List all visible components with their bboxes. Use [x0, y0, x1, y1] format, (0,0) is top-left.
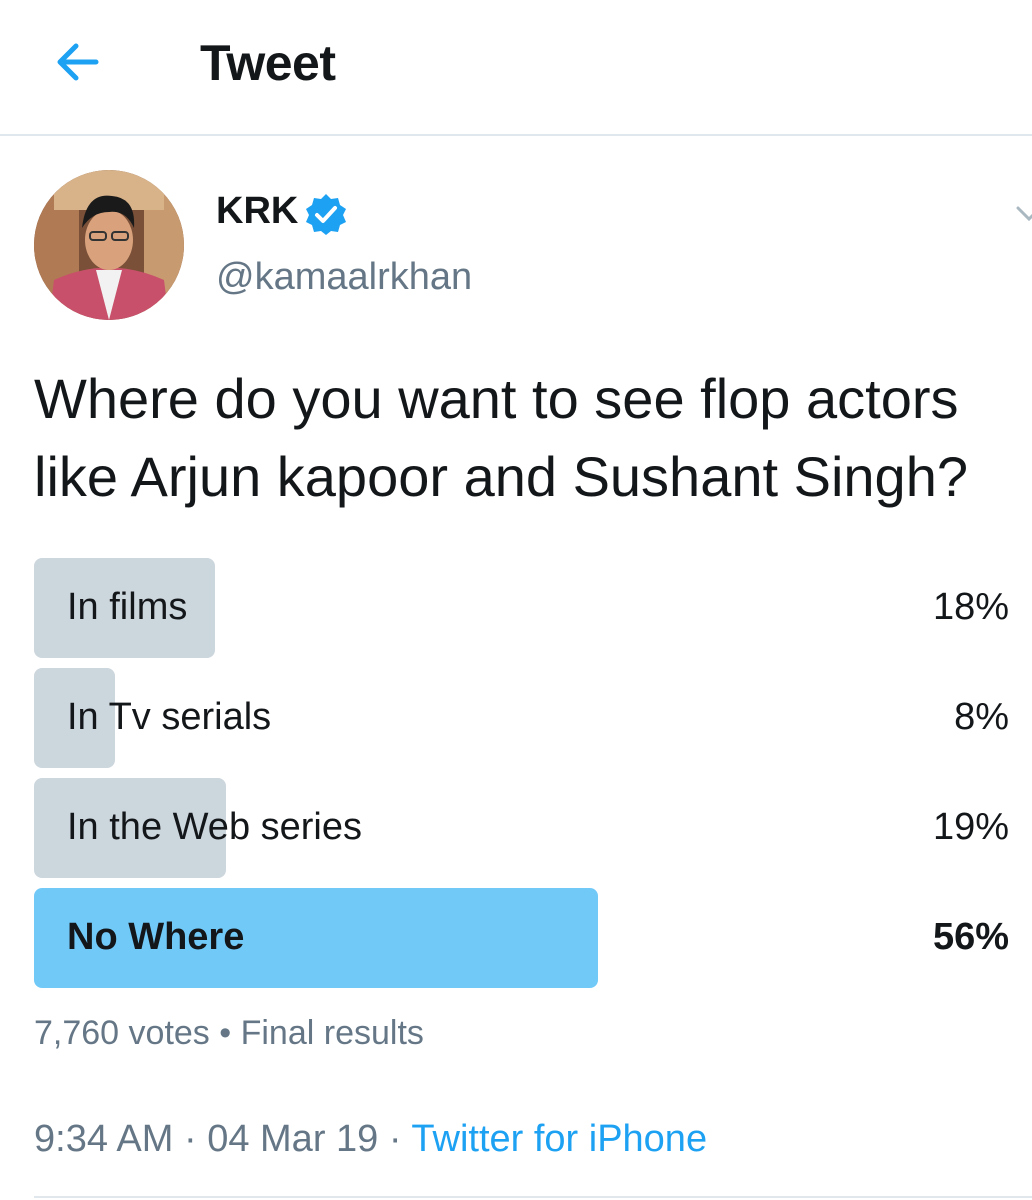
tweet-text-line: Where do you want to see flop actors — [34, 367, 959, 430]
poll-option-label: In films — [67, 586, 188, 628]
poll-option-percent: 8% — [954, 696, 1009, 738]
poll-option: In Tv serials 8% — [34, 668, 1009, 768]
back-arrow-icon[interactable] — [50, 38, 102, 86]
avatar[interactable] — [34, 170, 184, 320]
tweet-text-line: like Arjun kapoor and Sushant Singh? — [34, 445, 968, 508]
separator-dot: · — [183, 1118, 197, 1160]
display-name[interactable]: KRK — [216, 190, 298, 233]
tweet-header: Tweet — [0, 0, 1032, 136]
separator-dot: · — [388, 1118, 402, 1160]
tweet-source-link[interactable]: Twitter for iPhone — [411, 1118, 707, 1160]
poll-summary: 7,760 votes • Final results — [34, 1014, 424, 1053]
divider — [34, 1196, 1032, 1198]
tweet-date[interactable]: 04 Mar 19 — [207, 1118, 378, 1160]
poll-option-percent: 19% — [932, 806, 1009, 848]
poll-option-label: In Tv serials — [67, 696, 272, 738]
poll-option: In films 18% — [34, 558, 1009, 658]
poll-status: Final results — [240, 1014, 424, 1052]
page-title: Tweet — [200, 35, 336, 91]
separator-dot: • — [219, 1014, 232, 1052]
chevron-down-icon[interactable] — [1014, 198, 1032, 228]
tweet-metadata: 9:34 AM · 04 Mar 19 · Twitter for iPhone — [34, 1118, 707, 1161]
poll-vote-count: 7,760 votes — [34, 1014, 210, 1052]
poll-option-label: No Where — [67, 916, 245, 958]
verified-badge-icon — [306, 194, 346, 235]
poll-option-percent: 18% — [932, 586, 1009, 628]
poll-option: In the Web series 19% — [34, 778, 1009, 878]
user-handle[interactable]: @kamaalrkhan — [216, 256, 472, 299]
tweet-text: Where do you want to see flop actors lik… — [34, 360, 1032, 516]
poll-option-winner: No Where 56% — [34, 888, 1009, 988]
tweet-time[interactable]: 9:34 AM — [34, 1118, 173, 1160]
poll-option-percent: 56% — [932, 916, 1009, 958]
poll-option-label: In the Web series — [67, 806, 363, 848]
